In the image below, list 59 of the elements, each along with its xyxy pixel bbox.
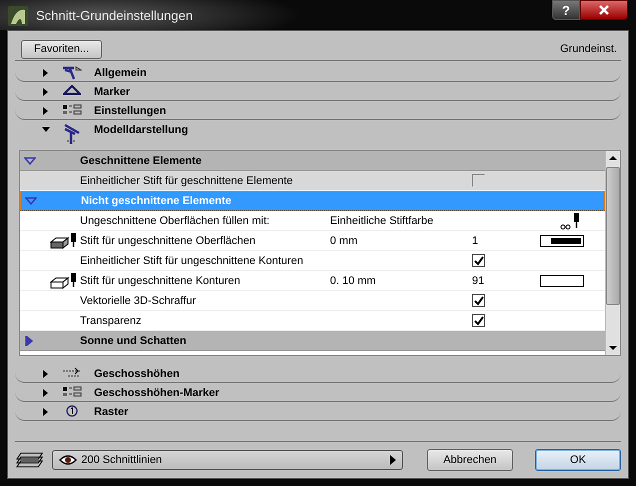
favorites-button[interactable]: Favoriten... [21,40,102,58]
section-title: Geschosshöhen-Marker [94,387,220,399]
setting-label: Einheitlicher Stift für geschnittene Elemente [80,174,294,186]
grid-bubble-icon [66,405,78,417]
scrollbar[interactable] [605,151,620,355]
section-title: Geschosshöhen [94,368,180,380]
group-title: Geschnittene Elemente [80,154,202,166]
pen-number[interactable]: 1 [472,234,478,246]
pen-number[interactable]: 91 [472,274,484,286]
close-button[interactable] [580,0,628,20]
layer-dropdown[interactable]: 200 Schnittlinien [52,450,403,470]
section-title: Modelldarstellung [94,124,188,136]
setting-label: Vektorielle 3D-Schraffur [80,294,197,306]
section-header[interactable]: Modelldarstellung [15,120,621,150]
preset-label: Grundeinst. [560,43,617,55]
level-lines-icon [62,367,82,379]
checkbox[interactable] [472,294,485,307]
eye-icon [59,454,78,466]
group-row[interactable]: Geschnittene Elemente [20,151,605,171]
setting-label: Ungeschnittene Oberflächen füllen mit: [80,214,271,226]
triangle-marker-icon [63,85,81,95]
setting-value[interactable]: 0 mm [330,234,358,246]
model-section-icon [63,123,81,145]
setting-label: Einheitlicher Stift für ungeschnittene Konturen [80,254,304,266]
ok-button[interactable]: OK [534,449,621,471]
app-logo-icon [8,6,28,26]
setting-label: Transparenz [80,314,142,326]
group-title: Sonne und Schatten [80,334,186,346]
section-title: Marker [94,86,130,98]
pen-swatch[interactable] [540,274,584,286]
caret-icon [390,455,396,465]
help-button[interactable]: ? [552,0,580,20]
section-title: Allgemein [94,67,147,79]
setting-value[interactable]: Einheitliche Stiftfarbe [330,214,434,226]
setting-value[interactable]: 0. 10 mm [330,274,376,286]
section-cut-icon [62,66,82,80]
section-header[interactable]: Geschosshöhen-Marker [15,383,621,402]
group-title: Nicht geschnittene Elemente [81,195,232,207]
settings-grid-icon [62,386,82,398]
section-header[interactable]: Marker [15,82,621,101]
settings-grid-icon [62,104,82,116]
section-header[interactable]: Geschosshöhen [15,364,621,383]
setting-label: Stift für ungeschnittene Konturen [80,274,242,286]
window-title: Schnitt-Grundeinstellungen [36,8,193,22]
scroll-up-arrow-icon[interactable] [609,155,617,161]
group-row[interactable]: Sonne und Schatten [20,331,605,351]
pen-swatch[interactable] [540,234,584,246]
checkbox[interactable] [472,314,485,327]
section-title: Raster [94,406,128,418]
section-header[interactable]: Allgemein [15,63,621,82]
section-title: Einstellungen [94,105,166,117]
scroll-down-arrow-icon[interactable] [609,345,617,351]
setting-label: Stift für ungeschnittene Oberflächen [80,234,256,246]
checkbox[interactable] [472,254,485,267]
section-header[interactable]: Raster [15,402,621,421]
close-icon [598,5,610,15]
cancel-button[interactable]: Abbrechen [426,449,513,471]
section-header[interactable]: Einstellungen [15,101,621,120]
layers-icon [15,451,44,469]
